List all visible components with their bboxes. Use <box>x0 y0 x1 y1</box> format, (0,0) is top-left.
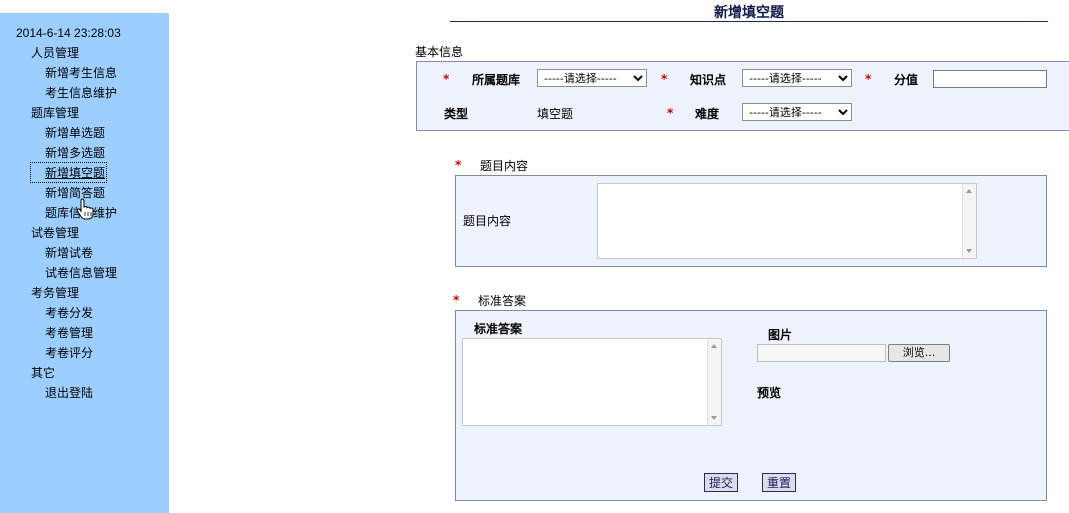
sidebar: 2014-6-14 23:28:03 人员管理 新增考生信息 考生信息维护 题库… <box>0 13 169 513</box>
nav-section-exam[interactable]: 考务管理 <box>31 284 79 301</box>
nav-section-paper[interactable]: 试卷管理 <box>31 224 79 241</box>
content-panel: 题目内容 <box>455 175 1047 267</box>
nav-item-logout[interactable]: 退出登陆 <box>45 384 93 401</box>
score-input[interactable] <box>933 70 1047 88</box>
nav-item-add-short[interactable]: 新增简答题 <box>45 184 105 201</box>
content-field-label: 题目内容 <box>463 214 512 228</box>
basic-info-panel: * 所属题库 -----请选择----- * 知识点 -----请选择-----… <box>416 61 1069 131</box>
nav-item-add-paper[interactable]: 新增试卷 <box>45 244 93 261</box>
file-path-field[interactable] <box>757 344 886 362</box>
knowledge-label: 知识点 <box>690 73 727 87</box>
nav-section-bank[interactable]: 题库管理 <box>31 104 79 121</box>
answer-textarea[interactable] <box>462 338 722 426</box>
nav-section-people[interactable]: 人员管理 <box>31 44 79 61</box>
scroll-up-icon[interactable] <box>966 189 972 193</box>
bank-select[interactable]: -----请选择----- <box>537 69 647 87</box>
scroll-down-icon[interactable] <box>711 416 717 420</box>
nav-item-paper-maint[interactable]: 试卷信息管理 <box>45 264 117 281</box>
content-scrollbar[interactable] <box>962 184 976 258</box>
answer-scrollbar[interactable] <box>707 339 721 425</box>
required-mark: * <box>455 158 462 172</box>
scroll-up-icon[interactable] <box>711 344 717 348</box>
required-mark: * <box>453 293 460 307</box>
nav-item-exam-manage[interactable]: 考卷管理 <box>45 324 93 341</box>
content-textarea[interactable] <box>597 183 977 259</box>
clock-timestamp: 2014-6-14 23:28:03 <box>16 26 121 40</box>
basic-info-label: 基本信息 <box>415 45 464 59</box>
nav-item-examinee-maint[interactable]: 考生信息维护 <box>45 84 117 101</box>
reset-button[interactable]: 重置 <box>762 473 796 492</box>
preview-label: 预览 <box>757 386 782 400</box>
required-mark: * <box>443 72 450 86</box>
nav-item-grading[interactable]: 考卷评分 <box>45 344 93 361</box>
scroll-down-icon[interactable] <box>966 249 972 253</box>
nav-item-distribute[interactable]: 考卷分发 <box>45 304 93 321</box>
difficulty-select[interactable]: -----请选择----- <box>742 103 852 121</box>
answer-panel: 标准答案 图片 浏览... 预览 提交 重置 <box>455 310 1047 501</box>
type-value: 填空题 <box>537 107 574 121</box>
nav-section-other[interactable]: 其它 <box>31 364 55 381</box>
image-label: 图片 <box>768 328 793 342</box>
answer-section-label: 标准答案 <box>478 294 527 308</box>
knowledge-select[interactable]: -----请选择----- <box>742 69 852 87</box>
type-label: 类型 <box>444 107 469 121</box>
required-mark: * <box>667 106 674 120</box>
bank-label: 所属题库 <box>472 73 521 87</box>
nav-item-add-fill[interactable]: 新增填空题 <box>29 162 108 183</box>
score-label: 分值 <box>894 73 919 87</box>
title-divider <box>450 21 1048 22</box>
required-mark: * <box>661 72 668 86</box>
nav-item-add-multi[interactable]: 新增多选题 <box>45 144 105 161</box>
nav-item-add-examinee[interactable]: 新增考生信息 <box>45 64 117 81</box>
content-section-label: 题目内容 <box>480 159 529 173</box>
answer-field-label: 标准答案 <box>474 322 523 336</box>
difficulty-label: 难度 <box>695 107 720 121</box>
nav-item-add-single[interactable]: 新增单选题 <box>45 124 105 141</box>
page-title: 新增填空题 <box>714 5 784 21</box>
browse-button[interactable]: 浏览... <box>888 344 950 362</box>
required-mark: * <box>865 72 872 86</box>
submit-button[interactable]: 提交 <box>704 473 738 492</box>
hand-cursor-icon <box>76 198 94 220</box>
